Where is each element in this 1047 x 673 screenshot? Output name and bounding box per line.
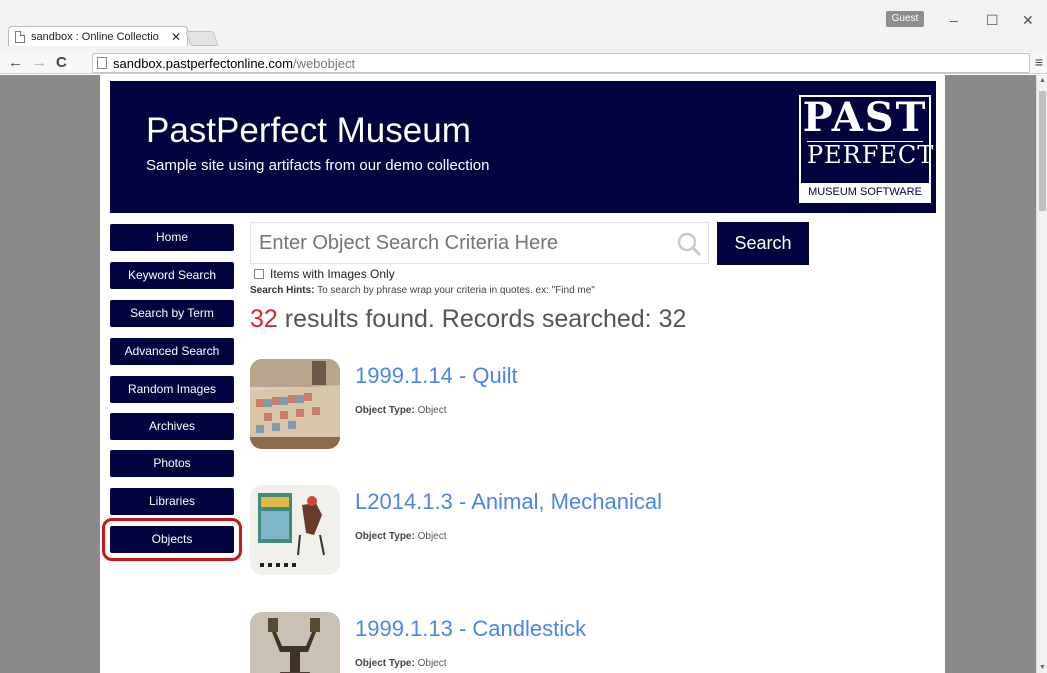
url-path: /webobject [292, 55, 356, 71]
search-hints: Search Hints: To search by phrase wrap y… [250, 285, 595, 296]
logo-software: MUSEUM SOFTWARE [801, 183, 929, 201]
back-arrow-icon[interactable]: ← [8, 54, 23, 71]
images-only-option: Items with Images Only [254, 267, 395, 281]
site-header: PastPerfect Museum Sample site using art… [110, 81, 936, 213]
search-input[interactable] [259, 231, 659, 255]
scroll-thumb[interactable] [1039, 91, 1046, 211]
url-host: sandbox.pastperfectonline.com [113, 55, 293, 71]
logo-perfect: PERFECT [807, 141, 935, 169]
tab-title: sandbox : Online Collectio [31, 30, 159, 43]
scroll-down-icon[interactable]: ▼ [1039, 664, 1046, 671]
scroll-up-icon[interactable]: ▲ [1039, 77, 1046, 84]
user-badge[interactable]: Guest [886, 11, 924, 27]
browser-toolbar: ← → C sandbox.pastperfectonline.com /web… [0, 52, 1047, 74]
sidebar-item-objects[interactable]: Objects [102, 518, 242, 561]
sidebar-item-keyword-search[interactable]: Keyword Search [110, 262, 234, 289]
forward-arrow-icon[interactable]: → [32, 54, 47, 71]
document-icon [15, 30, 25, 43]
maximize-icon[interactable]: ☐ [986, 12, 999, 29]
site-title: PastPerfect Museum [146, 111, 471, 150]
result-item: 1999.1.14 - Quilt Object Type: Object [250, 359, 850, 449]
sidebar-item-home[interactable]: Home [110, 224, 234, 251]
search-hints-text: To search by phrase wrap your criteria i… [317, 285, 595, 296]
address-bar[interactable]: sandbox.pastperfectonline.com /webobject [92, 53, 1030, 73]
object-type-value: Object [417, 658, 447, 669]
search-box [250, 222, 709, 264]
object-type-value: Object [417, 405, 447, 416]
images-only-checkbox[interactable] [254, 269, 264, 279]
sidebar-item-search-by-term[interactable]: Search by Term [110, 300, 234, 327]
images-only-label: Items with Images Only [270, 267, 395, 281]
sidebar-item-advanced-search[interactable]: Advanced Search [110, 338, 234, 365]
page-content: PastPerfect Museum Sample site using art… [100, 75, 945, 673]
sidebar-item-photos[interactable]: Photos [110, 450, 234, 477]
pastperfect-logo: PAST PERFECT MUSEUM SOFTWARE [799, 94, 935, 203]
search-hints-label: Search Hints: [250, 285, 315, 296]
object-type-label: Object Type: [355, 405, 415, 416]
result-object-type: Object Type: Object [355, 531, 447, 542]
object-type-value: Object [417, 531, 447, 542]
results-count: 32 [250, 305, 278, 333]
sidebar-item-libraries[interactable]: Libraries [110, 488, 234, 515]
result-title-link[interactable]: 1999.1.14 - Quilt [355, 363, 518, 389]
result-item: 1999.1.13 - Candlestick Object Type: Obj… [250, 612, 850, 673]
result-title-link[interactable]: 1999.1.13 - Candlestick [355, 616, 586, 642]
object-type-label: Object Type: [355, 531, 415, 542]
window-close-icon[interactable]: ✕ [1022, 12, 1034, 29]
search-button[interactable]: Search [717, 222, 809, 265]
browser-titlebar: sandbox : Online Collectio ✕ Guest – ☐ ✕ [0, 0, 1047, 52]
reload-icon[interactable]: C [56, 54, 67, 71]
result-title-link[interactable]: L2014.1.3 - Animal, Mechanical [355, 489, 662, 515]
hamburger-menu-icon[interactable]: ≡ [1035, 54, 1043, 70]
logo-past: PAST [802, 94, 928, 141]
search-icon[interactable] [676, 231, 702, 257]
minimize-icon[interactable]: – [950, 12, 958, 28]
new-tab-button[interactable] [185, 31, 219, 46]
page-viewport: PastPerfect Museum Sample site using art… [0, 75, 1036, 673]
browser-tab[interactable]: sandbox : Online Collectio ✕ [8, 26, 188, 46]
results-summary: 32 results found. Records searched: 32 [250, 305, 686, 334]
result-item: L2014.1.3 - Animal, Mechanical Object Ty… [250, 485, 850, 575]
mechanical-animal-thumbnail[interactable] [250, 485, 340, 575]
sidebar-item-archives[interactable]: Archives [110, 413, 234, 440]
candlestick-thumbnail[interactable] [250, 612, 340, 673]
sidebar-item-random-images[interactable]: Random Images [110, 376, 234, 403]
quilt-thumbnail[interactable] [250, 359, 340, 449]
close-icon[interactable]: ✕ [171, 30, 181, 44]
object-type-label: Object Type: [355, 658, 415, 669]
page-icon [97, 57, 107, 69]
result-object-type: Object Type: Object [355, 658, 447, 669]
result-object-type: Object Type: Object [355, 405, 447, 416]
results-summary-text: results found. Records searched: 32 [284, 305, 687, 333]
vertical-scrollbar[interactable]: ▲ ▼ [1036, 75, 1047, 673]
site-subtitle: Sample site using artifacts from our dem… [146, 157, 490, 174]
